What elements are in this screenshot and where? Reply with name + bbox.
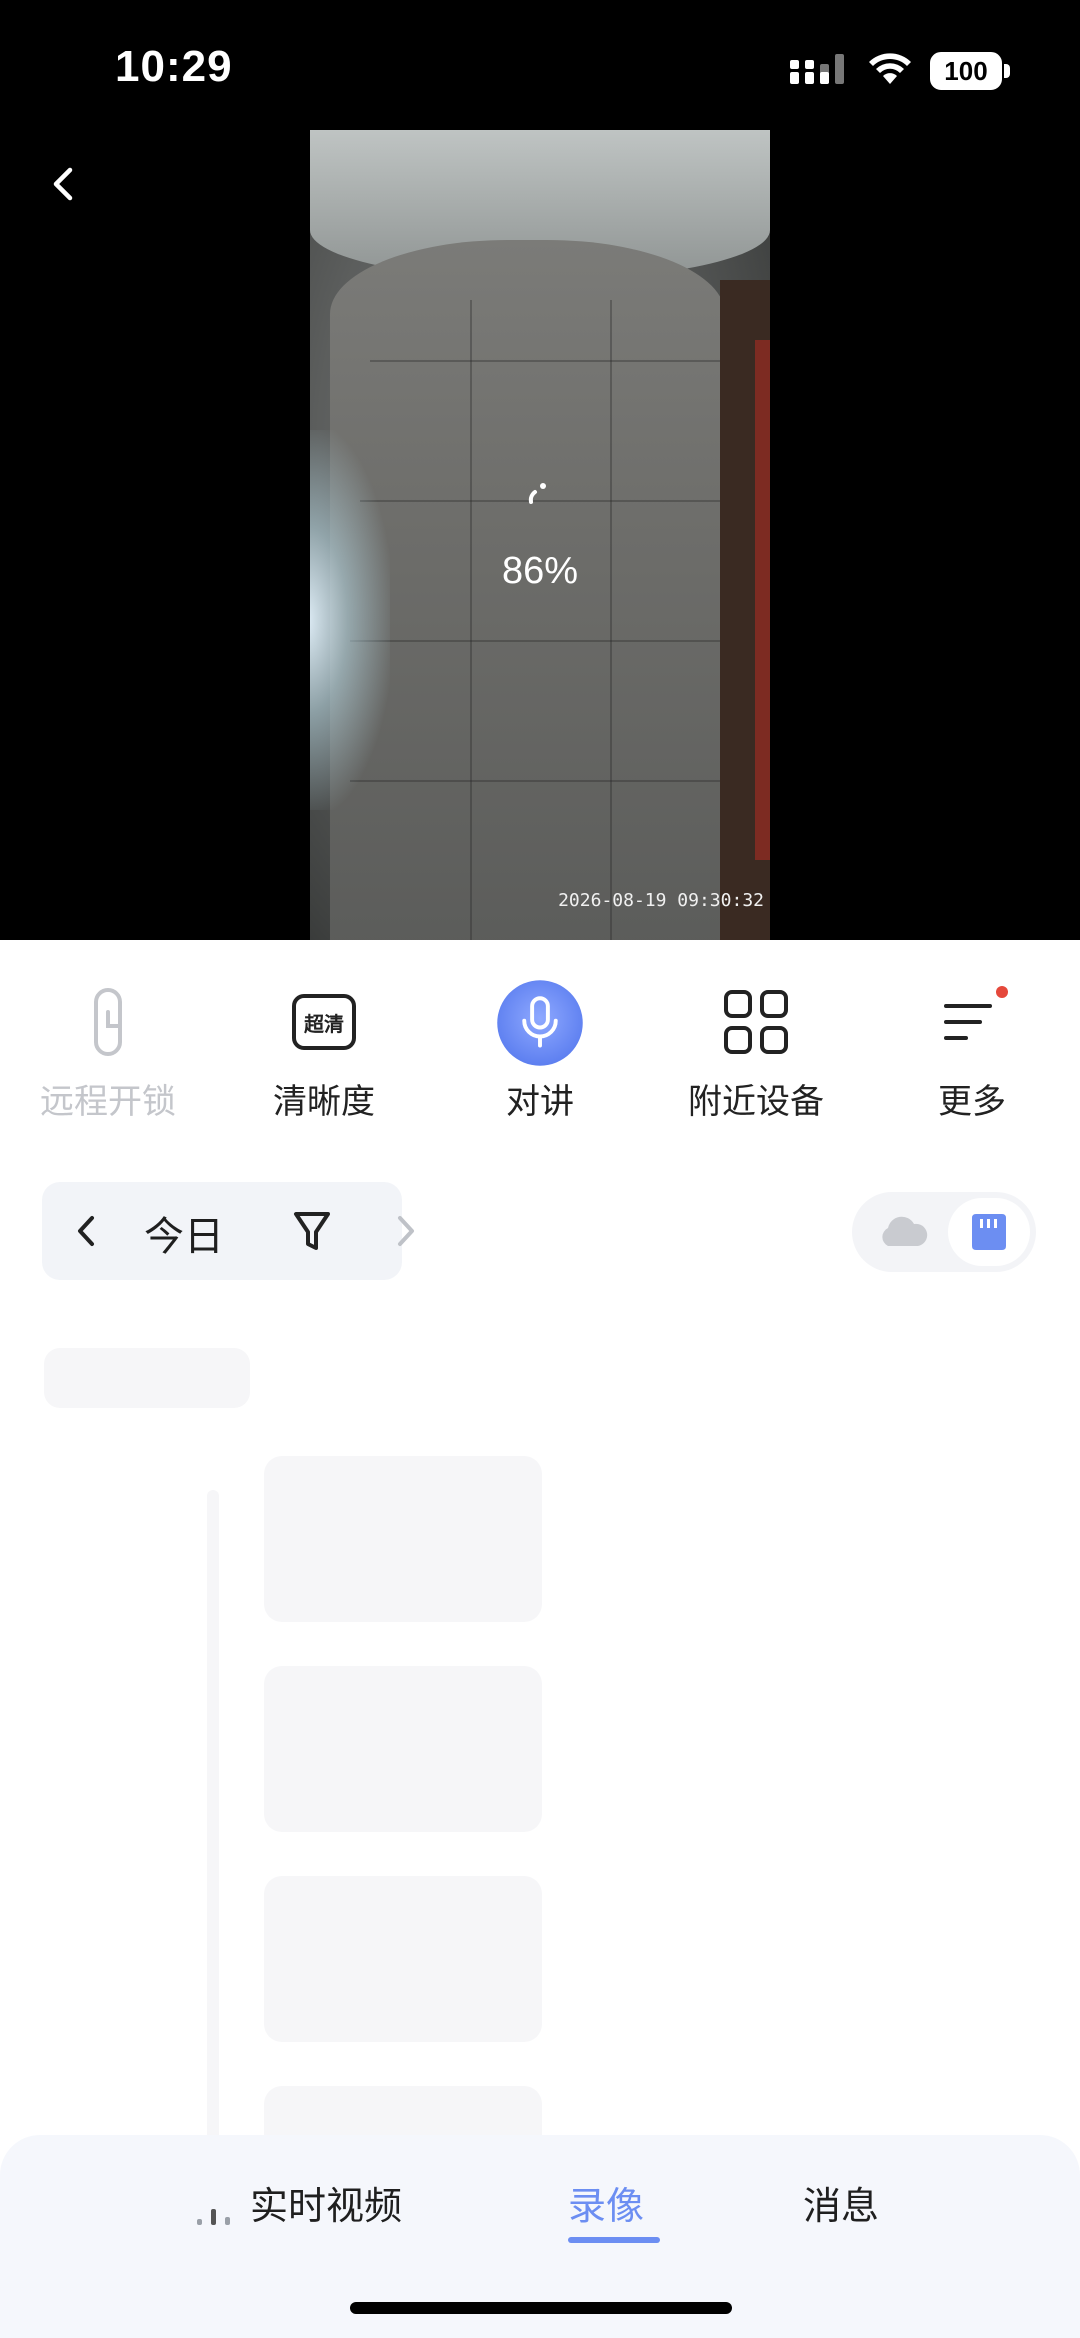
storage-source-toggle[interactable] xyxy=(852,1192,1036,1272)
nearby-devices-label: 附近设备 xyxy=(688,1082,824,1122)
skeleton-card xyxy=(264,1456,542,1622)
loading-percent: 86% xyxy=(501,550,579,592)
active-tab-indicator xyxy=(568,2237,660,2243)
skeleton-card xyxy=(264,1666,542,1832)
remote-unlock-label: 远程开锁 xyxy=(40,1082,176,1122)
lock-icon xyxy=(94,988,122,1056)
talk-button[interactable]: 对讲 xyxy=(432,940,648,1140)
previous-day-icon[interactable] xyxy=(64,1208,110,1254)
skeleton-card xyxy=(264,1876,542,2042)
quality-label: 清晰度 xyxy=(273,1082,375,1122)
tab-messages[interactable]: 消息 xyxy=(803,2175,879,2245)
video-player[interactable]: 86% 2026-08-19 09:30:32 xyxy=(310,130,770,940)
tab-recordings-label: 录像 xyxy=(568,2184,645,2228)
quality-badge: 超清 xyxy=(303,1012,344,1036)
remote-unlock-button[interactable]: 远程开锁 xyxy=(0,940,216,1140)
cellular-signal-icon xyxy=(790,54,844,84)
battery-icon: 100 xyxy=(930,52,1010,90)
cloud-icon[interactable] xyxy=(874,1210,930,1254)
more-label: 更多 xyxy=(938,1082,1006,1122)
next-day-icon[interactable] xyxy=(382,1208,428,1254)
microphone-icon xyxy=(497,980,583,1066)
sd-card-icon xyxy=(972,1214,1006,1250)
status-bar: 10:29 100 xyxy=(0,0,1080,130)
menu-icon xyxy=(944,986,1008,1040)
tab-messages-label: 消息 xyxy=(803,2184,880,2228)
skeleton-date-header xyxy=(44,1348,250,1408)
tab-live-video-label: 实时视频 xyxy=(250,2184,403,2228)
back-icon[interactable] xyxy=(40,160,88,208)
filter-icon[interactable] xyxy=(290,1206,334,1256)
status-time: 10:29 xyxy=(115,42,233,91)
talk-label: 对讲 xyxy=(506,1082,574,1122)
video-area: 10:29 100 86% 2026-08-19 09:30:32 xyxy=(0,0,1080,940)
home-indicator xyxy=(350,2302,732,2314)
video-timestamp: 2026-08-19 09:30:32 xyxy=(558,890,764,911)
date-filter: 今日 xyxy=(42,1182,414,1280)
wifi-icon xyxy=(869,53,911,84)
date-label[interactable]: 今日 xyxy=(144,1204,224,1262)
grid-icon xyxy=(724,990,788,1054)
quality-button[interactable]: 超清 清晰度 xyxy=(216,940,432,1140)
more-button[interactable]: 更多 xyxy=(864,940,1080,1140)
live-bars-icon xyxy=(197,2209,230,2225)
control-toolbar: 远程开锁 超清 清晰度 对讲 附近设备 更多 xyxy=(0,940,1080,1140)
screen: 10:29 100 86% 2026-08-19 09:30:32 远程开锁 超… xyxy=(0,0,1080,2338)
battery-level: 100 xyxy=(930,52,1002,90)
nearby-devices-button[interactable]: 附近设备 xyxy=(648,940,864,1140)
sd-card-option[interactable] xyxy=(948,1198,1030,1266)
loading-spinner-icon xyxy=(528,483,546,504)
tab-recordings[interactable]: 录像 xyxy=(568,2175,660,2245)
quality-icon: 超清 xyxy=(292,994,356,1050)
